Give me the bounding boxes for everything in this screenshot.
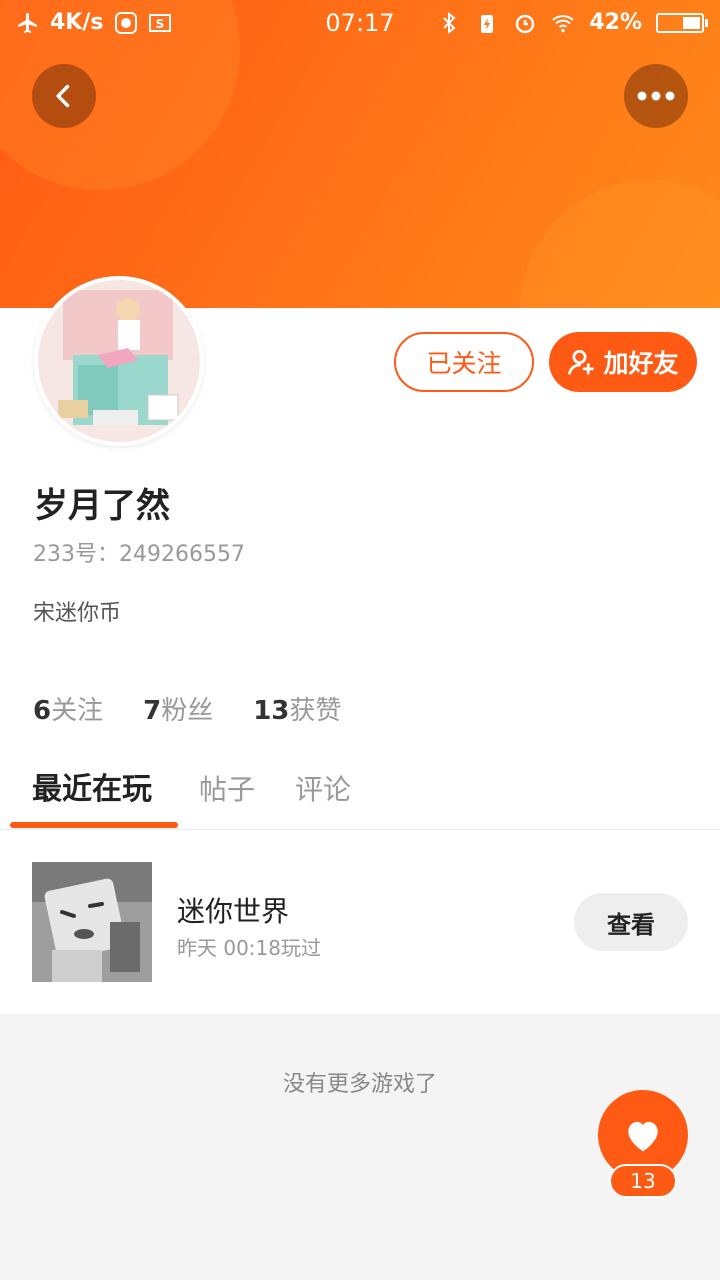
- stat-number: 13: [253, 696, 290, 726]
- tab-posts[interactable]: 帖子: [199, 768, 255, 808]
- user-id: 233号：249266557: [33, 542, 245, 567]
- stat-number: 7: [143, 696, 162, 726]
- game-cover-icon: [32, 862, 152, 982]
- more-dots-icon: [637, 91, 675, 101]
- battery-saver-icon: [481, 14, 494, 33]
- banner-decoration: [520, 180, 720, 308]
- bluetooth-icon: [443, 11, 456, 34]
- stat-following[interactable]: 6关注: [33, 690, 103, 727]
- chevron-left-icon: [56, 84, 70, 108]
- tab-recently-played[interactable]: 最近在玩: [32, 764, 152, 808]
- game-title: 迷你世界: [177, 895, 290, 928]
- stat-followers[interactable]: 7粉丝: [143, 690, 213, 727]
- like-count-badge: 13: [609, 1164, 677, 1198]
- game-last-played: 昨天 00:18玩过: [177, 936, 321, 960]
- add-user-icon: [568, 350, 595, 375]
- add-friend-label: 加好友: [603, 349, 679, 378]
- stat-label: 粉丝: [161, 696, 214, 726]
- back-button[interactable]: [32, 64, 96, 128]
- add-friend-button[interactable]: 加好友: [549, 332, 697, 392]
- battery-level: [683, 16, 700, 29]
- tab-comments[interactable]: 评论: [295, 768, 351, 808]
- followed-label: 已关注: [426, 349, 502, 378]
- active-tab-indicator: [10, 822, 178, 828]
- stat-likes[interactable]: 13获赞: [253, 690, 341, 727]
- profile-stats: 6关注 7粉丝 13获赞: [33, 690, 341, 727]
- wifi-icon: [552, 14, 574, 32]
- username: 岁月了然: [34, 486, 170, 526]
- game-thumbnail: [32, 862, 152, 982]
- view-game-button[interactable]: 查看: [574, 893, 688, 951]
- profile-tabs: 最近在玩 帖子 评论: [0, 764, 720, 830]
- avatar-illustration-icon: [38, 280, 200, 442]
- battery-percent: 42%: [589, 10, 642, 35]
- view-label: 查看: [607, 910, 655, 939]
- stat-label: 关注: [51, 696, 104, 726]
- avatar[interactable]: [34, 276, 204, 446]
- alarm-icon: [516, 14, 535, 33]
- no-more-games-text: 没有更多游戏了: [282, 1072, 437, 1097]
- user-bio: 宋迷你币: [33, 601, 122, 626]
- profile-header-banner: 4K/s S 07:17 42%: [0, 0, 720, 308]
- followed-button[interactable]: 已关注: [394, 332, 534, 392]
- status-bar: 4K/s S 07:17 42%: [0, 0, 720, 48]
- more-options-button[interactable]: [624, 64, 688, 128]
- stat-label: 获赞: [289, 696, 342, 726]
- heart-icon: [628, 1121, 658, 1152]
- battery-icon: [656, 12, 708, 33]
- stat-number: 6: [33, 696, 52, 726]
- list-item[interactable]: 迷你世界 昨天 00:18玩过 查看: [0, 832, 720, 1012]
